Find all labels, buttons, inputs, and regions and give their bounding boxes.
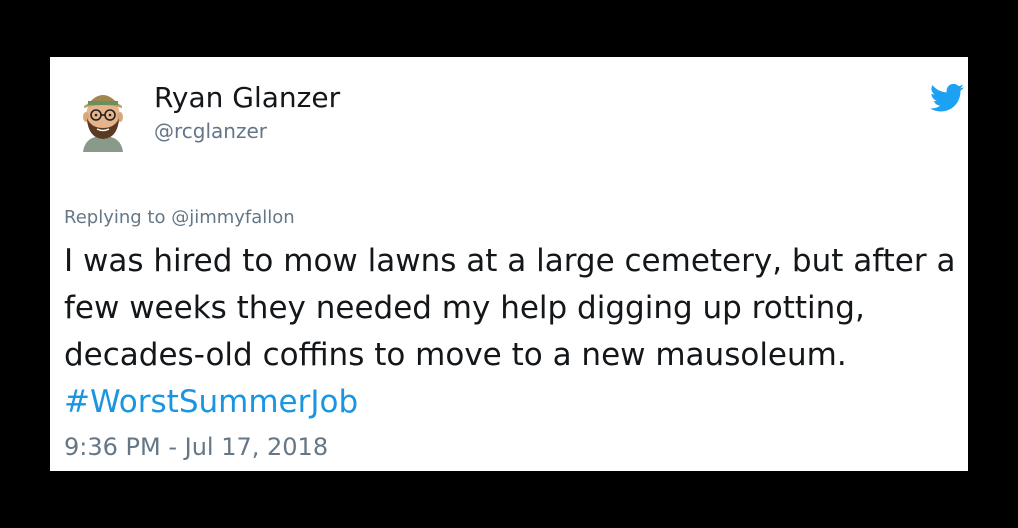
- author-avatar[interactable]: [79, 84, 127, 152]
- author-handle[interactable]: @rcglanzer: [154, 119, 267, 143]
- author-name[interactable]: Ryan Glanzer: [154, 81, 340, 114]
- tweet-card: Ryan Glanzer @rcglanzer Replying to @jim…: [50, 57, 968, 471]
- replying-to-mention[interactable]: @jimmyfallon: [171, 207, 295, 228]
- bearded-man-avatar-icon: [83, 95, 123, 152]
- tweet-body: I was hired to mow lawns at a large ceme…: [64, 243, 956, 373]
- replying-prefix: Replying to: [64, 207, 172, 228]
- replying-to-line: Replying to @jimmyfallon: [64, 207, 295, 228]
- tweet-timestamp[interactable]: 9:36 PM - Jul 17, 2018: [64, 433, 328, 461]
- tweet-text: I was hired to mow lawns at a large ceme…: [64, 238, 956, 426]
- twitter-bird-icon[interactable]: [930, 83, 964, 113]
- hashtag-link[interactable]: #WorstSummerJob: [64, 384, 358, 420]
